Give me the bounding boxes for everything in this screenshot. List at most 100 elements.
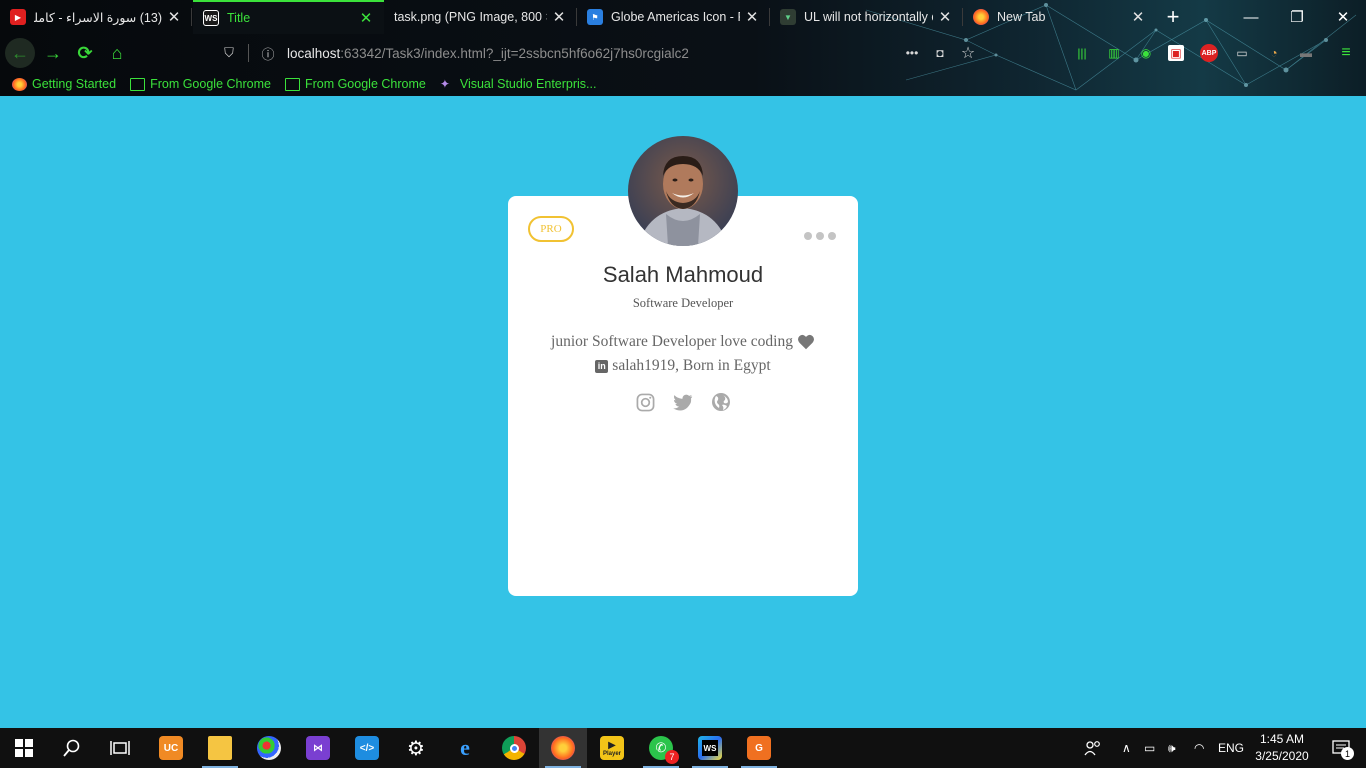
close-icon[interactable]: ✕	[937, 8, 953, 26]
bookmark-folder-google-chrome-2[interactable]: From Google Chrome	[284, 77, 426, 91]
taskbar-settings[interactable]: ⚙	[392, 728, 440, 768]
globe-icon[interactable]	[711, 392, 731, 412]
volume-icon[interactable]: 🕪	[1168, 728, 1176, 768]
task-view-button[interactable]	[96, 728, 144, 768]
bookmark-label: From Google Chrome	[150, 77, 271, 91]
restore-button[interactable]: ❐	[1274, 0, 1320, 34]
people-icon[interactable]	[1084, 728, 1104, 768]
bookmark-getting-started[interactable]: Getting Started	[12, 77, 116, 91]
show-hidden-icons-icon[interactable]: ∧	[1122, 728, 1131, 768]
navigation-bar: ← → ⟳ ⌂ ⛉ ⓘ localhost :63342/Task3/index…	[0, 34, 1366, 72]
language-indicator[interactable]: ENG	[1218, 728, 1244, 768]
twitter-icon[interactable]	[673, 392, 693, 412]
clock-date: 3/25/2020	[1255, 749, 1309, 763]
extension-icon[interactable]: ▣	[1168, 45, 1184, 61]
close-icon[interactable]: ✕	[744, 8, 760, 26]
adblock-icon[interactable]: ABP	[1200, 44, 1218, 62]
tab-title-active[interactable]: WS Title ✕	[193, 0, 384, 34]
reload-button[interactable]: ⟳	[70, 38, 100, 68]
sidebar-icon[interactable]: ▥	[1104, 43, 1124, 63]
close-icon[interactable]: ✕	[551, 8, 567, 26]
forward-button[interactable]: →	[38, 38, 68, 68]
taskbar-player[interactable]: ▶ Player	[588, 728, 636, 768]
profile-card: PRO Salah Mahmoud Software Developer jun…	[508, 196, 858, 596]
tab-globe-americas[interactable]: ⚑ Globe Americas Icon - Re ✕	[577, 0, 770, 34]
player-icon: ▶ Player	[600, 736, 624, 760]
tab-ul-horizontal[interactable]: ▼ UL will not horizontally c ✕	[770, 0, 963, 34]
taskbar-uc-browser[interactable]: UC	[147, 728, 195, 768]
library-icon[interactable]: |||	[1072, 43, 1092, 63]
youtube-icon: ▶	[10, 9, 26, 25]
taskbar-paint[interactable]	[245, 728, 293, 768]
minimize-button[interactable]: —	[1228, 0, 1274, 34]
firefox-icon	[973, 9, 989, 25]
screenshot-icon[interactable]: ▭	[1232, 43, 1252, 63]
search-button[interactable]	[48, 728, 96, 768]
dot-icon	[828, 232, 836, 240]
close-icon[interactable]: ✕	[358, 9, 374, 27]
player-label: Player	[602, 750, 621, 757]
visual-studio-icon: ✦	[439, 76, 450, 91]
owl-extension-icon[interactable]: ◔	[1264, 43, 1284, 63]
tab-youtube[interactable]: ▶ (13) سورة الاسراء - كامله | ✕	[0, 0, 192, 34]
tab-title: New Tab	[997, 10, 1046, 24]
close-icon[interactable]: ✕	[1130, 8, 1146, 26]
shield-icon[interactable]: ⛉	[220, 45, 238, 61]
uc-browser-icon: UC	[159, 736, 183, 760]
action-center-button[interactable]: 1	[1324, 728, 1358, 768]
reload-icon: ⟳	[77, 42, 93, 63]
menu-icon[interactable]: ≡	[1336, 43, 1356, 63]
page-actions-icon[interactable]: •••	[902, 43, 922, 63]
taskbar-firefox[interactable]	[539, 728, 587, 768]
info-icon[interactable]: ⓘ	[259, 44, 277, 63]
profile-photo	[628, 136, 738, 246]
instagram-icon[interactable]	[635, 392, 655, 412]
visual-studio-icon: ⋈	[306, 736, 330, 760]
bio-line-1: junior Software Developer love coding	[551, 333, 793, 350]
bookmark-label: From Google Chrome	[304, 77, 426, 91]
whatsapp-badge: 7	[665, 750, 679, 764]
taskbar-pdf[interactable]: G	[735, 728, 783, 768]
dot-icon	[804, 232, 812, 240]
taskbar-visual-studio[interactable]: ⋈	[294, 728, 342, 768]
pocket-icon[interactable]: ◘	[930, 43, 950, 63]
windows-taskbar: UC ⋈ </> ⚙ e ▶ Player ✆ 7 WS G ∧ ▭ 🕪 ◠ E…	[0, 728, 1366, 768]
wifi-icon[interactable]: ◠	[1194, 728, 1204, 768]
browser-chrome: ▶ (13) سورة الاسراء - كامله | ✕ WS Title…	[0, 0, 1366, 96]
arrow-left-icon: ←	[11, 42, 29, 63]
start-button[interactable]	[0, 728, 48, 768]
back-button[interactable]: ←	[5, 38, 35, 68]
home-button[interactable]: ⌂	[102, 38, 132, 68]
close-window-button[interactable]: ✕	[1320, 0, 1366, 34]
dark-extension-icon[interactable]: ▬	[1296, 43, 1316, 63]
bookmark-label: Getting Started	[32, 77, 117, 91]
bookmark-label: Visual Studio Enterpris...	[459, 77, 597, 91]
url-bar[interactable]: ⛉ ⓘ localhost :63342/Task3/index.html?_i…	[220, 40, 990, 66]
new-tab-button[interactable]: +	[1156, 0, 1190, 34]
tab-new-tab[interactable]: New Tab ✕	[963, 0, 1156, 34]
dot-icon	[816, 232, 824, 240]
taskbar-internet-explorer[interactable]: e	[441, 728, 489, 768]
taskbar-webstorm[interactable]: WS	[686, 728, 734, 768]
profile-bio: junior Software Developer love coding in…	[508, 330, 858, 378]
firefox-icon	[551, 736, 575, 760]
close-icon[interactable]: ✕	[166, 8, 182, 26]
bookmark-visual-studio[interactable]: ✦ Visual Studio Enterpris...	[440, 77, 597, 91]
tab-title: task.png (PNG Image, 800 × 6	[394, 10, 547, 24]
tab-task-png[interactable]: task.png (PNG Image, 800 × 6 ✕	[384, 0, 577, 34]
task-view-icon	[110, 741, 130, 755]
taskbar-whatsapp[interactable]: ✆ 7	[637, 728, 685, 768]
more-options-button[interactable]	[804, 232, 836, 240]
folder-icon	[284, 77, 300, 91]
bookmark-star-icon[interactable]: ☆	[958, 43, 978, 63]
taskbar-vscode[interactable]: </>	[343, 728, 391, 768]
tab-title: (13) سورة الاسراء - كامله |	[34, 10, 162, 25]
taskbar-chrome[interactable]	[490, 728, 538, 768]
battery-icon[interactable]: ▭	[1144, 728, 1155, 768]
taskbar-file-explorer[interactable]	[196, 728, 244, 768]
flag-icon: ⚑	[587, 9, 603, 25]
bookmark-folder-google-chrome[interactable]: From Google Chrome	[130, 77, 271, 91]
notification-count: 1	[1341, 747, 1354, 760]
system-clock[interactable]: 1:45 AM 3/25/2020	[1244, 731, 1320, 765]
account-icon[interactable]: ◉	[1136, 43, 1156, 63]
